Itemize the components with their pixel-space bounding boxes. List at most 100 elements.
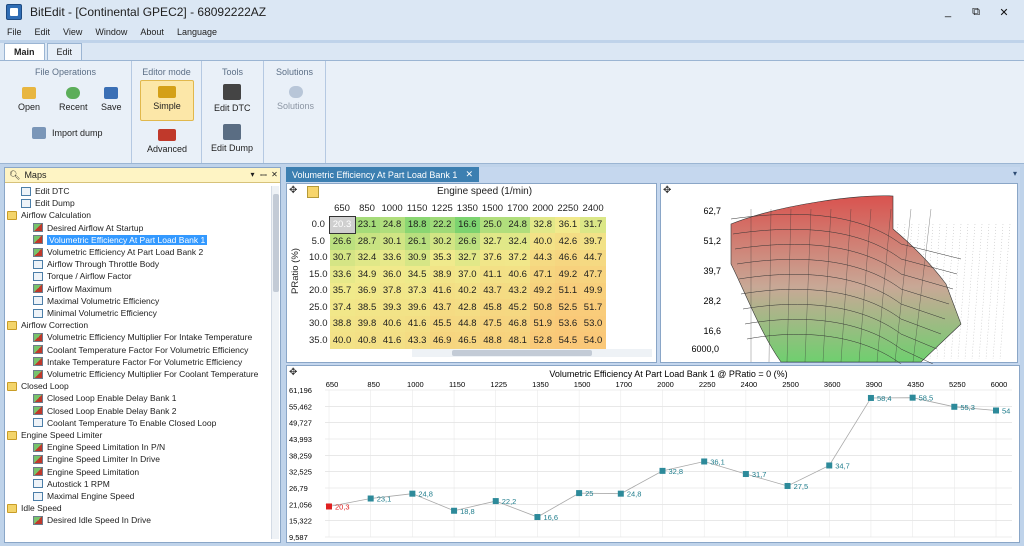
table-cell[interactable]: 48.8	[479, 332, 506, 349]
table-cell[interactable]: 40.0	[329, 332, 355, 349]
table-cell[interactable]: 49.2	[555, 266, 581, 283]
table-cell[interactable]: 32.8	[530, 216, 556, 233]
table-cell[interactable]: 16.6	[454, 216, 480, 233]
table-cell[interactable]: 36.9	[354, 282, 380, 299]
edit-dtc-button[interactable]: Edit DTC	[214, 84, 251, 113]
table-cell[interactable]: 42.6	[555, 233, 581, 250]
table-cell[interactable]: 52.8	[530, 332, 556, 349]
table-cell[interactable]: 38.9	[429, 266, 455, 283]
tab-main[interactable]: Main	[4, 43, 45, 60]
data-point[interactable]	[617, 490, 624, 497]
table-cell[interactable]: 43.3	[404, 332, 430, 349]
table-cell[interactable]: 40.0	[530, 233, 556, 250]
tree-node[interactable]: Volumetric Efficiency At Part Load Bank …	[33, 234, 208, 246]
document-tab[interactable]: Volumetric Efficiency At Part Load Bank …	[286, 167, 479, 182]
document-menu-icon[interactable]: ▾	[1013, 169, 1017, 178]
tree-node[interactable]: Airflow Correction	[7, 319, 88, 331]
table-cell[interactable]: 33.6	[379, 249, 405, 266]
tree-node[interactable]: Closed Loop Enable Delay Bank 2	[33, 405, 176, 417]
data-point[interactable]	[784, 482, 791, 489]
table-cell[interactable]: 51.9	[530, 315, 556, 332]
data-point[interactable]	[951, 403, 958, 410]
table-cell[interactable]: 30.7	[329, 249, 355, 266]
table-cell[interactable]: 37.4	[329, 299, 355, 316]
grid-toggle-icon[interactable]	[307, 186, 319, 198]
table-cell[interactable]: 36.0	[379, 266, 405, 283]
table-cell[interactable]: 28.7	[354, 233, 380, 250]
tree-node[interactable]: Volumetric Efficiency At Part Load Bank …	[33, 246, 203, 258]
table-cell[interactable]: 30.2	[429, 233, 455, 250]
table-cell[interactable]: 30.9	[404, 249, 430, 266]
table-cell[interactable]: 50.8	[530, 299, 556, 316]
data-point[interactable]	[534, 514, 541, 521]
data-point[interactable]	[409, 490, 416, 497]
data-point[interactable]	[492, 498, 499, 505]
table-cell[interactable]: 18.8	[404, 216, 430, 233]
panel-pin-icon[interactable]: ꟷ	[258, 170, 269, 181]
table-cell[interactable]: 20.3	[328, 215, 356, 234]
tree-node[interactable]: Idle Speed	[7, 502, 62, 514]
table-cell[interactable]: 24.8	[505, 216, 531, 233]
restore-button[interactable]: ⧉	[962, 2, 990, 22]
menu-view[interactable]: View	[56, 27, 88, 37]
table-cell[interactable]: 48.1	[505, 332, 531, 349]
simple-mode-button[interactable]: Simple	[140, 80, 194, 121]
data-point[interactable]	[867, 394, 874, 401]
data-point[interactable]	[742, 471, 749, 478]
table-cell[interactable]: 46.6	[555, 249, 581, 266]
table-cell[interactable]: 35.3	[429, 249, 455, 266]
table-cell[interactable]: 40.2	[454, 282, 480, 299]
table-cell[interactable]: 41.6	[404, 315, 430, 332]
table-cell[interactable]: 37.3	[404, 282, 430, 299]
data-point[interactable]	[576, 490, 583, 497]
table-cell[interactable]: 46.5	[454, 332, 480, 349]
tree-node[interactable]: Maximal Volumetric Efficiency	[33, 295, 159, 307]
close-window-button[interactable]: ✕	[990, 2, 1018, 22]
table-cell[interactable]: 30.1	[379, 233, 405, 250]
data-point[interactable]	[701, 458, 708, 465]
table-cell[interactable]: 41.6	[379, 332, 405, 349]
tree-node[interactable]: Volumetric Efficiency Multiplier For Int…	[33, 331, 252, 343]
table-cell[interactable]: 32.4	[505, 233, 531, 250]
edit-dump-button[interactable]: Edit Dump	[211, 124, 253, 153]
table-cell[interactable]: 43.7	[479, 282, 506, 299]
table-cell[interactable]: 44.3	[530, 249, 556, 266]
menu-edit[interactable]: Edit	[28, 27, 57, 37]
tree-node[interactable]: Edit Dump	[21, 197, 75, 209]
tree-node[interactable]: Airflow Maximum	[33, 283, 112, 295]
table-cell[interactable]: 36.1	[555, 216, 581, 233]
tab-edit[interactable]: Edit	[46, 43, 83, 60]
table-cell[interactable]: 32.7	[479, 233, 506, 250]
table-cell[interactable]: 49.9	[580, 282, 606, 299]
table-cell[interactable]: 51.7	[580, 299, 606, 316]
solutions-button[interactable]: Solutions	[277, 86, 314, 111]
table-cell[interactable]: 54.5	[555, 332, 581, 349]
menu-file[interactable]: File	[0, 27, 28, 37]
tree-node[interactable]: Engine Speed Limiter In Drive	[33, 453, 160, 465]
table-cell[interactable]: 49.2	[530, 282, 556, 299]
tree-node[interactable]: Coolant Temperature To Enable Closed Loo…	[33, 417, 216, 429]
tree-node[interactable]: Airflow Calculation	[7, 209, 91, 221]
table-cell[interactable]: 26.1	[404, 233, 430, 250]
table-cell[interactable]: 37.8	[379, 282, 405, 299]
data-point[interactable]	[659, 467, 666, 474]
table-cell[interactable]: 37.6	[479, 249, 506, 266]
table-cell[interactable]: 38.8	[329, 315, 355, 332]
table-cell[interactable]: 32.4	[354, 249, 380, 266]
table-cell[interactable]: 41.6	[429, 282, 455, 299]
tree-node[interactable]: Engine Speed Limitation In P/N	[33, 441, 165, 453]
table-hscrollbar[interactable]	[412, 349, 652, 357]
table-cell[interactable]: 54.0	[580, 332, 606, 349]
table-cell[interactable]: 51.1	[555, 282, 581, 299]
save-button[interactable]: Save	[101, 87, 122, 112]
table-cell[interactable]: 34.9	[354, 266, 380, 283]
tree-node[interactable]: Minimal Volumetric Efficiency	[33, 307, 157, 319]
table-cell[interactable]: 45.8	[479, 299, 506, 316]
minimize-button[interactable]: _	[934, 2, 962, 22]
recent-button[interactable]: Recent	[59, 87, 88, 112]
table-cell[interactable]: 23.1	[354, 216, 380, 233]
table-cell[interactable]: 33.6	[329, 266, 355, 283]
tree-node[interactable]: Volumetric Efficiency Multiplier For Coo…	[33, 368, 258, 380]
table-cell[interactable]: 53.6	[555, 315, 581, 332]
table-cell[interactable]: 35.7	[329, 282, 355, 299]
